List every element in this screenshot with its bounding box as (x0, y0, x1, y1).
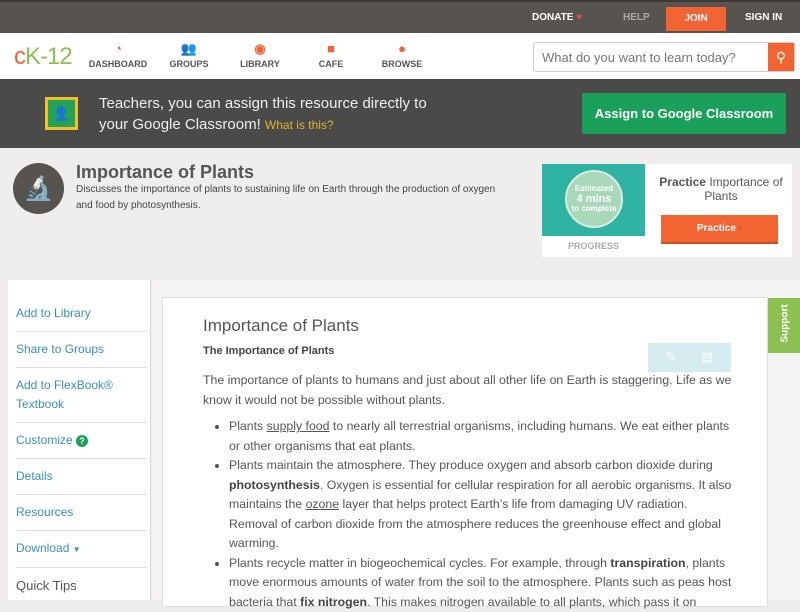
browse-icon: ● (367, 41, 437, 59)
annotation-toolbar: ✎ ▤ (648, 343, 731, 372)
lesson-body: The importance of plants to humans and j… (203, 371, 739, 612)
quick-tips-heading: Quick Tips (16, 576, 147, 603)
chevron-right-icon: › (739, 223, 742, 234)
sidebar: Add to Library Share to Groups Add to Fl… (8, 280, 151, 600)
nav-dashboard[interactable]: ◔DASHBOARD (83, 41, 153, 69)
lesson-card: Importance of Plants The Importance of P… (162, 297, 768, 607)
join-button[interactable]: JOIN (666, 7, 726, 31)
ozone-link[interactable]: ozone (306, 497, 340, 511)
estimate-badge: Estimated4 minsto complete (565, 170, 623, 228)
list-item: Plants supply food to nearly all terrest… (229, 417, 739, 456)
sidebar-add-to-library[interactable]: Add to Library (16, 304, 147, 332)
practice-button[interactable]: Practice › (661, 215, 778, 244)
search-icon: ⚲ (776, 49, 786, 65)
sidebar-customize[interactable]: Customize ? (16, 431, 147, 459)
donate-link[interactable]: DONATE ♥ (532, 12, 582, 23)
pencil-icon[interactable]: ✎ (665, 349, 676, 365)
microscope-icon: 🔬 (13, 163, 64, 214)
practice-title: Practice Importance of Plants (650, 175, 792, 203)
supply-food-link[interactable]: supply food (267, 419, 330, 433)
nav-browse[interactable]: ●BROWSE (367, 41, 437, 69)
banner-text: Teachers, you can assign this resource d… (99, 93, 427, 136)
list-item: Plants recycle matter in biogeochemical … (229, 554, 739, 612)
nav-groups[interactable]: 👥GROUPS (154, 41, 224, 69)
search-button[interactable]: ⚲ (768, 43, 794, 71)
main-nav: cK-12 ◔DASHBOARD 👥GROUPS ◉LIBRARY ■CAFE … (0, 33, 800, 79)
library-icon: ◉ (225, 41, 295, 59)
practice-image: Estimated4 minsto complete (542, 164, 645, 236)
help-icon[interactable]: ? (76, 435, 88, 447)
lesson-title: Importance of Plants (203, 316, 359, 336)
heart-icon: ♥ (576, 12, 582, 23)
page-description: Discusses the importance of plants to su… (76, 182, 506, 214)
lesson-subtitle: The Importance of Plants (203, 345, 334, 357)
dashboard-icon: ◔ (83, 41, 153, 59)
page-title: Importance of Plants (76, 162, 254, 183)
what-is-this-link[interactable]: What is this? (265, 118, 334, 132)
sidebar-add-to-flexbook[interactable]: Add to FlexBook® Textbook (16, 376, 147, 423)
cafe-icon: ■ (296, 41, 366, 59)
assign-to-google-classroom-button[interactable]: Assign to Google Classroom (582, 93, 786, 134)
sign-in-link[interactable]: SIGN IN (745, 12, 782, 23)
top-bar: DONATE ♥ HELP JOIN SIGN IN (0, 0, 800, 33)
support-tab[interactable]: Support (768, 298, 800, 353)
sidebar-resources[interactable]: Resources (16, 503, 147, 531)
help-link[interactable]: HELP (623, 12, 650, 23)
caret-down-icon: ▼ (73, 545, 81, 554)
nav-library[interactable]: ◉LIBRARY (225, 41, 295, 69)
ck12-logo[interactable]: cK-12 (14, 43, 72, 71)
list-item: Plants maintain the atmosphere. They pro… (229, 456, 739, 554)
google-classroom-banner: 👤 Teachers, you can assign this resource… (0, 79, 800, 148)
practice-card: Estimated4 minsto complete PROGRESS Prac… (542, 164, 792, 257)
content-area: Importance of Plants The Importance of P… (152, 280, 800, 600)
nav-cafe[interactable]: ■CAFE (296, 41, 366, 69)
search-input[interactable] (542, 50, 762, 65)
sidebar-share-to-groups[interactable]: Share to Groups (16, 340, 147, 368)
progress-label: PROGRESS (542, 241, 645, 251)
sidebar-download[interactable]: Download ▼ (16, 539, 147, 568)
sidebar-details[interactable]: Details (16, 467, 147, 495)
google-classroom-icon: 👤 (45, 97, 78, 130)
groups-icon: 👥 (154, 41, 224, 59)
notes-icon[interactable]: ▤ (701, 349, 713, 365)
search-box: ⚲ (533, 42, 795, 72)
intro-paragraph: The importance of plants to humans and j… (203, 371, 739, 410)
